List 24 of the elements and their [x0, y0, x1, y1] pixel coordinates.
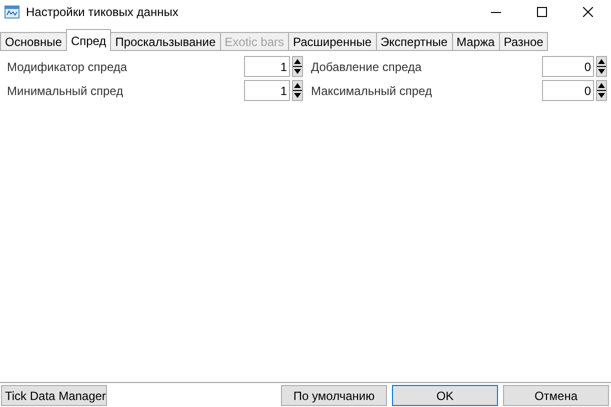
dialog-button[interactable]: OK	[392, 385, 498, 406]
app-icon	[4, 4, 20, 20]
field-label: Максимальный спред	[311, 84, 433, 98]
spinner-arrows-icon[interactable]	[292, 56, 303, 77]
dialog-button[interactable]: По умолчанию	[281, 385, 387, 406]
dialog-button[interactable]: Отмена	[503, 385, 609, 406]
spinner-arrows-icon[interactable]	[596, 80, 607, 101]
number-field[interactable]: 0	[542, 80, 594, 101]
dialog-button[interactable]: Tick Data Manager	[1, 385, 107, 406]
number-field[interactable]: 1	[244, 80, 290, 101]
field-label: Добавление спреда	[311, 60, 423, 74]
number-field[interactable]: 1	[244, 56, 290, 77]
tab[interactable]: Маржа	[452, 32, 500, 51]
field-label: Минимальный спред	[7, 84, 124, 98]
spinner-arrows-icon[interactable]	[292, 80, 303, 101]
spinner-arrows-icon[interactable]	[596, 56, 607, 77]
tab[interactable]: Основные	[0, 32, 67, 51]
tab[interactable]: Экспертные	[376, 32, 453, 51]
number-field[interactable]: 0	[542, 56, 594, 77]
tab[interactable]: Расширенные	[288, 32, 377, 51]
window-title: Настройки тиковых данных	[26, 5, 180, 19]
tab[interactable]: Проскальзывание	[110, 32, 221, 51]
tab[interactable]: Разное	[498, 32, 548, 51]
field-label: Модификатор спреда	[7, 60, 128, 74]
